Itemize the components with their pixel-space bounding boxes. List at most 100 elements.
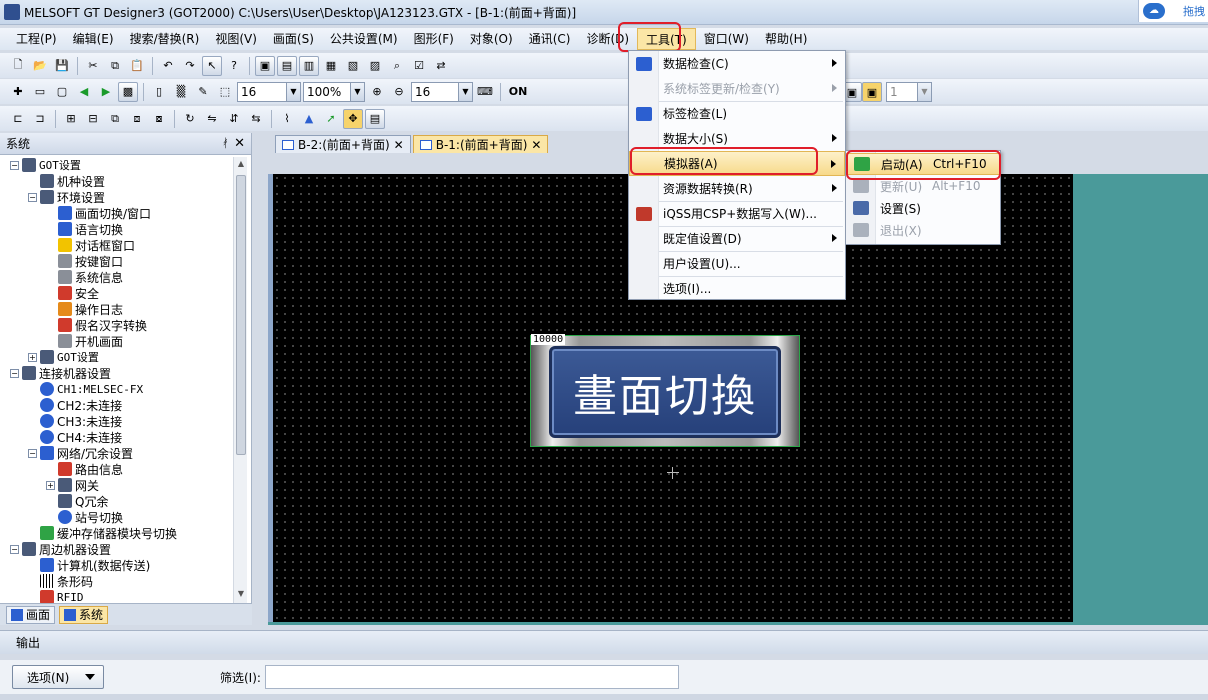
- select-icon[interactable]: ⬚: [215, 82, 235, 102]
- undo-icon[interactable]: ↶: [158, 56, 178, 76]
- menu-item[interactable]: 搜索/替换(R): [122, 28, 208, 50]
- menu-item[interactable]: 帮助(H): [757, 28, 815, 50]
- button-face[interactable]: 畫面切換: [549, 346, 781, 438]
- transfer-icon[interactable]: ⇄: [431, 56, 451, 76]
- tree-item[interactable]: RFID: [0, 589, 232, 603]
- tree-item[interactable]: CH2:未连接: [0, 397, 232, 413]
- tree-item[interactable]: 画面切换/窗口: [0, 205, 232, 221]
- redo-icon[interactable]: ↷: [180, 56, 200, 76]
- select-pointer-icon[interactable]: ↖: [202, 55, 222, 76]
- align-right-icon[interactable]: ⊐: [30, 109, 50, 129]
- arrow-green-icon[interactable]: ➚: [321, 109, 341, 129]
- scroll-down-icon[interactable]: ▼: [236, 589, 246, 601]
- tree-item[interactable]: 系统信息: [0, 269, 232, 285]
- collapse-icon[interactable]: −: [28, 448, 37, 458]
- collapse-icon[interactable]: −: [10, 544, 19, 554]
- tools-menu-item[interactable]: 系统标签更新/检查(Y): [629, 76, 845, 101]
- tools-menu-item[interactable]: 资源数据转换(R): [629, 176, 845, 201]
- screen-new-icon[interactable]: ▭: [30, 82, 50, 102]
- keyboard-icon[interactable]: ⌨: [475, 82, 495, 102]
- menu-item[interactable]: 画面(S): [265, 28, 322, 50]
- menu-item[interactable]: 通讯(C): [521, 28, 579, 50]
- menu-item[interactable]: 工程(P): [8, 28, 65, 50]
- tree-item[interactable]: 条形码: [0, 573, 232, 589]
- tree-item[interactable]: − 周边机器设置: [0, 541, 232, 557]
- dropdown-arrow-icon[interactable]: ▼: [286, 82, 300, 101]
- screen-switch-icon[interactable]: ▤: [277, 55, 297, 76]
- tree-item[interactable]: 路由信息: [0, 461, 232, 477]
- screen-icon[interactable]: ▣: [255, 55, 275, 76]
- tree-item[interactable]: − 连接机器设置: [0, 365, 232, 381]
- simulator-menu-item[interactable]: 退出(X): [846, 219, 1000, 241]
- forward-icon[interactable]: ▶: [96, 82, 116, 102]
- rotate-icon[interactable]: ↻: [180, 109, 200, 129]
- tree-item[interactable]: + 网关: [0, 477, 232, 493]
- scroll-up-icon[interactable]: ▲: [236, 159, 246, 171]
- expand-icon[interactable]: +: [46, 480, 55, 490]
- tree-item[interactable]: + GOT设置: [0, 349, 232, 365]
- paste-icon[interactable]: 📋: [127, 56, 147, 76]
- tab-system[interactable]: 系统: [59, 605, 109, 624]
- filter-input[interactable]: [264, 665, 679, 689]
- text-size-combo[interactable]: 16 ▼: [411, 81, 473, 102]
- tools-menu-item[interactable]: 既定值设置(D): [629, 226, 845, 251]
- move-object-icon[interactable]: ✥: [343, 108, 363, 129]
- tree-item[interactable]: − 网络/冗余设置: [0, 445, 232, 461]
- tree-item[interactable]: 机种设置: [0, 173, 232, 189]
- order-icon[interactable]: ⧉: [105, 109, 125, 129]
- close-icon[interactable]: ✕: [234, 136, 245, 151]
- tree-item[interactable]: − GOT设置: [0, 157, 232, 173]
- tray-area[interactable]: ☁ 拖拽: [1138, 0, 1208, 22]
- tools-menu-item[interactable]: 标签检查(L): [629, 101, 845, 126]
- open-icon[interactable]: 📂: [30, 56, 50, 76]
- tree-item[interactable]: CH3:未连接: [0, 413, 232, 429]
- simulator-menu-item[interactable]: 设置(S): [846, 197, 1000, 219]
- flip-h-icon[interactable]: ⇋: [202, 109, 222, 129]
- expand-icon[interactable]: +: [28, 352, 37, 362]
- ungroup-icon[interactable]: ⊟: [83, 109, 103, 129]
- tree-item[interactable]: CH4:未连接: [0, 429, 232, 445]
- pattern-icon[interactable]: ▒: [171, 82, 191, 102]
- tree-item[interactable]: 假名汉字转换: [0, 317, 232, 333]
- on-off-toggle[interactable]: ON: [506, 82, 530, 102]
- tab-b1[interactable]: B-1:(前面+背面) ✕: [412, 135, 549, 153]
- collapse-icon[interactable]: −: [10, 368, 19, 378]
- tree-item[interactable]: 语言切换: [0, 221, 232, 237]
- layer-front-icon[interactable]: ▣: [862, 82, 882, 102]
- tree-item[interactable]: 安全: [0, 285, 232, 301]
- menu-item[interactable]: 视图(V): [207, 28, 265, 50]
- tools-menu-item[interactable]: iQSS用CSP+数据写入(W)...: [629, 201, 845, 226]
- zoom-combo[interactable]: 100% ▼: [303, 81, 365, 102]
- menu-item[interactable]: 窗口(W): [696, 28, 757, 50]
- zoom-out-icon[interactable]: ⊖: [389, 82, 409, 102]
- tree-item[interactable]: 开机画面: [0, 333, 232, 349]
- tree-item[interactable]: 操作日志: [0, 301, 232, 317]
- cloud-icon[interactable]: ☁: [1143, 3, 1165, 19]
- triangle-icon[interactable]: ▲: [299, 109, 319, 129]
- tree-item[interactable]: Q冗余: [0, 493, 232, 509]
- data-icon[interactable]: ▧: [343, 56, 363, 76]
- tree-item[interactable]: 对话框窗口: [0, 237, 232, 253]
- order-back-icon[interactable]: ⧈: [127, 109, 147, 129]
- layer-combo[interactable]: 1 ▼: [886, 82, 932, 102]
- tools-menu-item[interactable]: 数据检查(C): [629, 51, 845, 76]
- menu-item[interactable]: 公共设置(M): [322, 28, 406, 50]
- tab-screen[interactable]: 画面: [6, 605, 56, 624]
- tray-label[interactable]: 拖拽: [1183, 3, 1205, 19]
- save-icon[interactable]: 💾: [52, 56, 72, 76]
- tree-item[interactable]: CH1:MELSEC-FX: [0, 381, 232, 397]
- tools-menu-item[interactable]: 用户设置(U)...: [629, 251, 845, 276]
- dropdown-arrow-icon[interactable]: ▼: [350, 82, 364, 101]
- mirror-icon[interactable]: ⇆: [246, 109, 266, 129]
- check-icon[interactable]: ☑: [409, 56, 429, 76]
- tree-item[interactable]: 按键窗口: [0, 253, 232, 269]
- dropdown-arrow-icon[interactable]: ▼: [458, 82, 472, 101]
- screen-copy-icon[interactable]: ▥: [299, 55, 319, 76]
- edit-points-icon[interactable]: ⌇: [277, 109, 297, 129]
- window-icon[interactable]: ▢: [52, 82, 72, 102]
- library-icon[interactable]: ▦: [321, 56, 341, 76]
- collapse-icon[interactable]: −: [28, 192, 37, 202]
- tools-menu-item[interactable]: 选项(I)...: [629, 276, 845, 301]
- search-icon[interactable]: ⌕: [387, 56, 407, 76]
- close-icon[interactable]: ✕: [394, 138, 404, 152]
